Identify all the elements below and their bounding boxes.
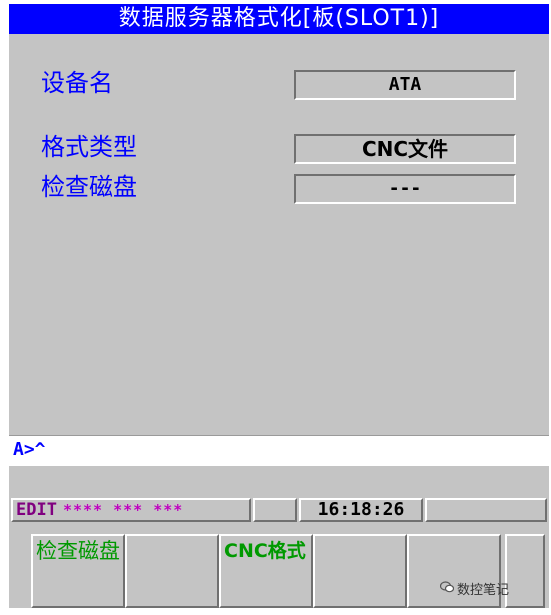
- format-settings-panel: 设备名 ATA 格式类型 CNC文件 检查磁盘 ---: [9, 34, 549, 435]
- status-stars: **** *** ***: [62, 501, 184, 519]
- mode-status: EDIT **** *** ***: [11, 498, 251, 522]
- softkey-4[interactable]: [313, 534, 407, 608]
- key-input-line[interactable]: A>^: [9, 435, 549, 466]
- device-name-label: 设备名: [41, 69, 113, 97]
- softkey-cnc-format[interactable]: CNC格式: [219, 534, 313, 608]
- status-cell-empty-2: [425, 498, 547, 522]
- clock: 16:18:26: [299, 498, 423, 522]
- softkey-next[interactable]: [505, 534, 545, 608]
- check-disk-label: 检查磁盘: [41, 173, 137, 201]
- page-title: 数据服务器格式化[板(SLOT1)]: [9, 4, 549, 34]
- softkey-2[interactable]: [125, 534, 219, 608]
- check-disk-field[interactable]: ---: [294, 174, 516, 204]
- wechat-icon: [440, 581, 454, 593]
- device-name-field[interactable]: ATA: [294, 70, 516, 100]
- format-type-label: 格式类型: [41, 133, 137, 161]
- status-bar: EDIT **** *** *** 16:18:26: [9, 496, 549, 526]
- mode-indicator: EDIT: [16, 500, 57, 520]
- status-cell-empty: [253, 498, 297, 522]
- cnc-screen: 数据服务器格式化[板(SLOT1)] 设备名 ATA 格式类型 CNC文件 检查…: [9, 4, 549, 608]
- input-prompt: A>^: [13, 439, 46, 460]
- watermark-text: 数控笔记: [457, 583, 510, 598]
- format-type-field[interactable]: CNC文件: [294, 134, 516, 164]
- softkey-check-disk[interactable]: 检查磁盘: [31, 534, 125, 608]
